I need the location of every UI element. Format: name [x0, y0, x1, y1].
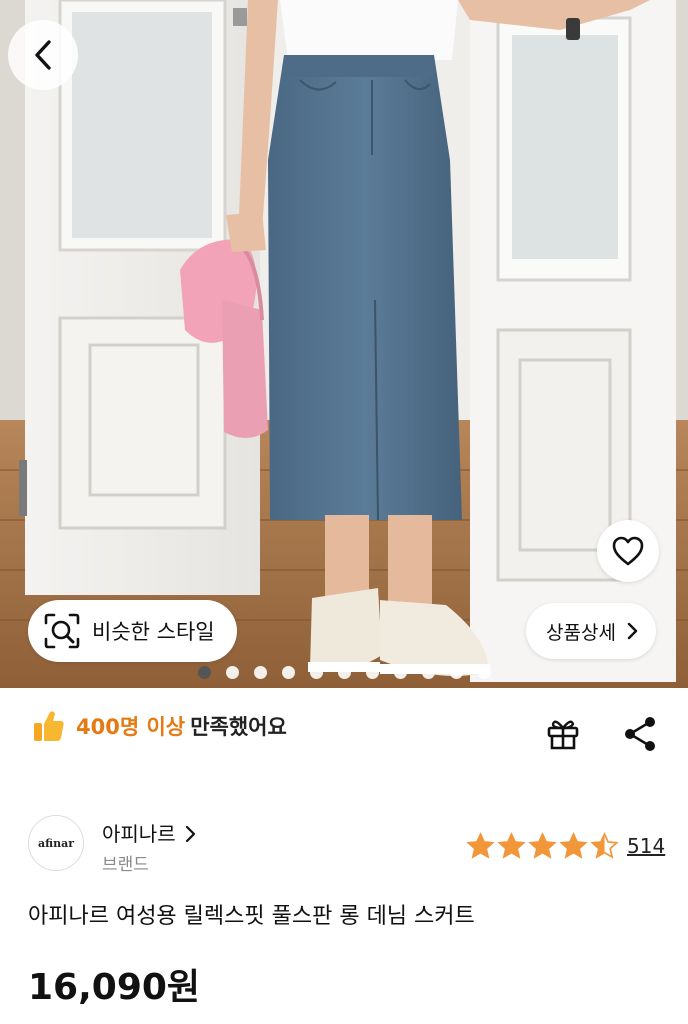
carousel-dot[interactable] — [366, 666, 379, 679]
similar-style-button[interactable]: 비슷한 스타일 — [28, 600, 237, 662]
brand-logo-text: afinar — [37, 836, 75, 850]
carousel-dot[interactable] — [226, 666, 239, 679]
carousel-dot[interactable] — [310, 666, 323, 679]
brand-name: 아피나르 — [102, 822, 176, 846]
share-icon — [625, 717, 655, 751]
carousel-dot[interactable] — [254, 666, 267, 679]
brand-link[interactable]: 아피나르 — [102, 818, 196, 847]
product-image-carousel[interactable]: 비슷한 스타일 상품상세 — [0, 0, 688, 688]
carousel-dot[interactable] — [478, 666, 491, 679]
product-price: 16,090원 — [28, 967, 201, 1008]
chevron-right-icon — [627, 622, 638, 640]
image-search-icon — [44, 613, 80, 649]
product-detail-button[interactable]: 상품상세 — [526, 603, 656, 659]
back-button[interactable] — [8, 20, 78, 90]
product-photo — [0, 0, 688, 688]
satisfaction-banner: 400명 이상 만족했어요 — [32, 708, 287, 744]
star-icon — [497, 832, 526, 859]
carousel-dot[interactable] — [338, 666, 351, 679]
similar-style-label: 비슷한 스타일 — [92, 620, 215, 644]
star-icon — [528, 832, 557, 859]
carousel-dot[interactable] — [450, 666, 463, 679]
chevron-left-icon — [35, 40, 51, 70]
heart-outline-icon — [612, 536, 644, 566]
carousel-dot[interactable] — [282, 666, 295, 679]
thumbs-up-icon — [34, 711, 64, 741]
product-detail-label: 상품상세 — [546, 621, 616, 644]
star-icon — [559, 832, 588, 859]
star-icon — [466, 832, 495, 859]
satisfaction-text: 만족했어요 — [190, 715, 287, 739]
gift-button[interactable] — [543, 714, 583, 754]
carousel-dot[interactable] — [422, 666, 435, 679]
brand-logo[interactable]: afinar — [28, 815, 84, 871]
carousel-dot[interactable] — [198, 666, 211, 679]
satisfaction-count: 400명 이상 — [76, 715, 186, 739]
wishlist-button[interactable] — [597, 520, 659, 582]
rating-stars — [466, 832, 619, 860]
chevron-right-icon — [185, 825, 196, 843]
carousel-indicator — [0, 666, 688, 682]
product-title: 아피나르 여성용 릴렉스핏 풀스판 롱 데님 스커트 — [28, 904, 475, 929]
carousel-dot[interactable] — [394, 666, 407, 679]
brand-type-label: 브랜드 — [102, 855, 149, 875]
review-count-link[interactable]: 514 — [627, 834, 665, 858]
gift-icon — [547, 720, 579, 750]
star-icon — [590, 832, 619, 859]
share-button[interactable] — [620, 714, 660, 754]
